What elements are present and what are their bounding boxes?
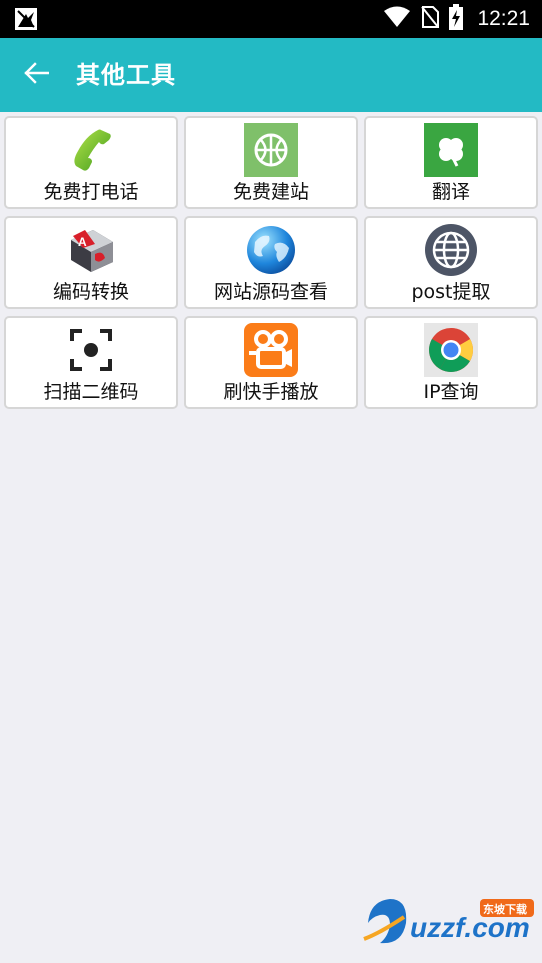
tool-label: 刷快手播放	[223, 381, 319, 403]
tool-translate[interactable]: 翻译	[364, 116, 538, 209]
tool-ip-lookup[interactable]: IP查询	[364, 316, 538, 409]
svg-text:A: A	[78, 235, 87, 249]
scan-icon	[64, 323, 118, 377]
wifi-icon	[383, 6, 411, 32]
tools-grid: 免费打电话 免费建站 翻译 A 编码转换 网站源码查看 post提取 扫描二维码…	[4, 116, 538, 409]
tool-kuaishou-play[interactable]: 刷快手播放	[184, 316, 358, 409]
tool-label: 扫描二维码	[43, 381, 139, 403]
watermark-tag: 东坡下载	[483, 902, 527, 916]
arrow-left-icon	[23, 62, 50, 88]
basketball-icon	[244, 123, 298, 177]
page-title: 其他工具	[76, 61, 176, 89]
tool-scan-qr[interactable]: 扫描二维码	[4, 316, 178, 409]
notification-icon	[14, 7, 38, 31]
phone-icon	[64, 123, 118, 177]
web-globe-icon	[424, 223, 478, 277]
chrome-icon	[424, 323, 478, 377]
tool-free-call[interactable]: 免费打电话	[4, 116, 178, 209]
tool-label: IP查询	[423, 381, 479, 403]
battery-charging-icon	[449, 4, 464, 34]
tool-free-website[interactable]: 免费建站	[184, 116, 358, 209]
tool-site-source[interactable]: 网站源码查看	[184, 216, 358, 309]
tool-label: 网站源码查看	[213, 281, 328, 303]
status-time: 12:21	[477, 7, 530, 30]
tool-codec-convert[interactable]: A 编码转换	[4, 216, 178, 309]
tool-label: 免费建站	[232, 181, 309, 203]
kuaishou-icon	[244, 323, 298, 377]
tool-label: 编码转换	[52, 281, 129, 303]
tool-label: 翻译	[431, 181, 470, 203]
status-bar: 12:21	[0, 0, 542, 38]
back-button[interactable]	[18, 57, 54, 93]
globe-icon	[244, 223, 298, 277]
tool-post-extract[interactable]: post提取	[364, 216, 538, 309]
app-bar: 其他工具	[0, 38, 542, 112]
clover-icon	[424, 123, 478, 177]
codec-convert-icon: A	[64, 223, 118, 277]
watermark-logo: uzzf.com 东坡下载	[360, 893, 536, 951]
no-sim-icon	[421, 5, 440, 33]
tool-label: 免费打电话	[43, 181, 139, 203]
tool-label: post提取	[411, 281, 491, 303]
